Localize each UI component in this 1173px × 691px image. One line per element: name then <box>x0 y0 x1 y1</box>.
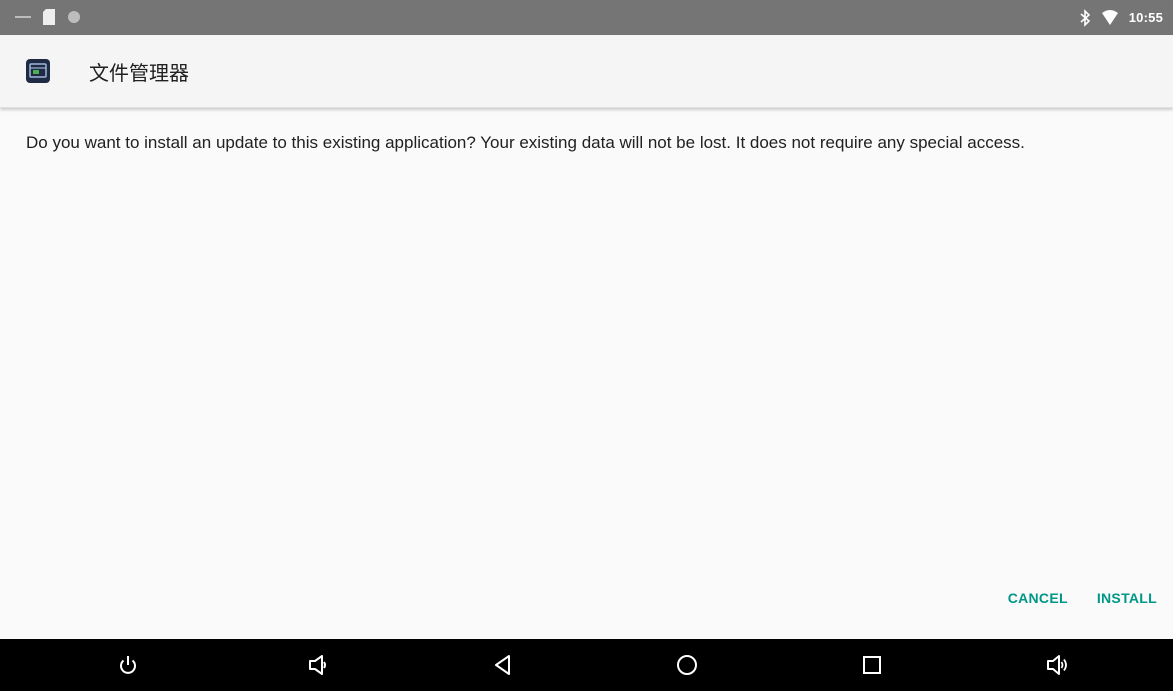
app-header: 文件管理器 <box>0 35 1173 108</box>
minus-icon <box>15 16 31 18</box>
install-button[interactable]: INSTALL <box>1097 590 1157 606</box>
wifi-icon <box>1101 9 1118 25</box>
recents-icon[interactable] <box>860 653 884 677</box>
navigation-bar <box>0 639 1173 691</box>
home-icon[interactable] <box>675 653 699 677</box>
circle-icon <box>68 11 80 23</box>
cancel-button[interactable]: CANCEL <box>1008 590 1068 606</box>
volume-down-icon[interactable] <box>306 653 330 677</box>
sd-card-icon <box>43 9 55 25</box>
app-title: 文件管理器 <box>89 61 189 85</box>
install-message: Do you want to install an update to this… <box>26 133 1025 152</box>
file-manager-icon <box>26 59 50 83</box>
status-left-icons <box>14 8 82 26</box>
bluetooth-icon <box>1080 8 1090 27</box>
power-icon[interactable] <box>116 653 140 677</box>
volume-up-icon[interactable] <box>1045 653 1069 677</box>
screen: 10:55 文件管理器 Do you want to install an up… <box>0 0 1173 691</box>
clock: 10:55 <box>1128 10 1163 25</box>
status-bar: 10:55 <box>0 0 1173 35</box>
back-icon[interactable] <box>491 653 515 677</box>
status-right-icons: 10:55 <box>1079 0 1163 35</box>
dialog-actions: CANCEL INSTALL <box>1008 590 1157 606</box>
